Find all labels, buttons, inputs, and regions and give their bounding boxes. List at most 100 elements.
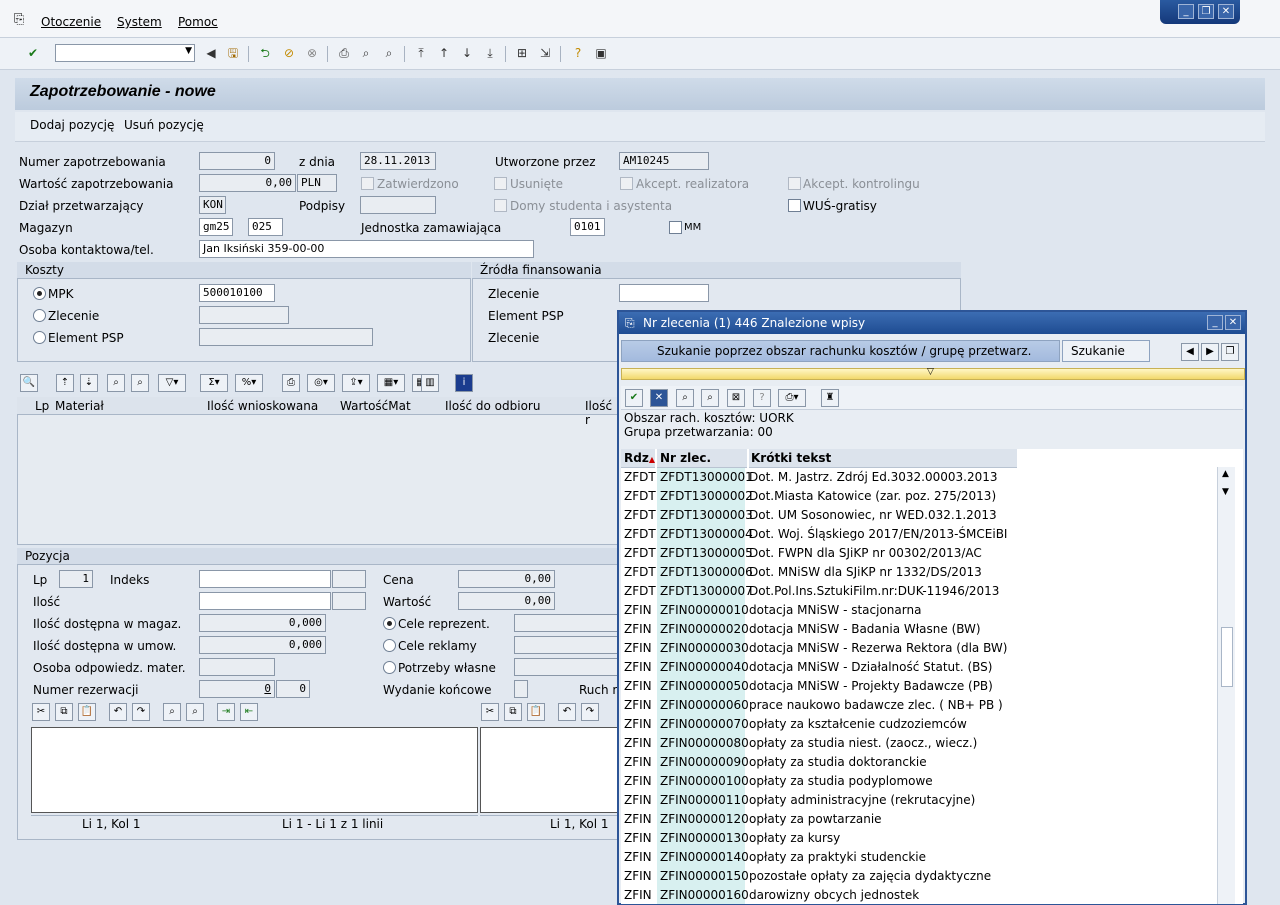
arrow-left-icon[interactable]: ◀ (202, 44, 220, 62)
akcept-kontrolingu-checkbox[interactable] (788, 177, 801, 190)
potrzeby-radio[interactable] (383, 661, 396, 674)
lp-field[interactable]: 1 (59, 570, 93, 588)
restrict-icon[interactable]: ⊠ (727, 389, 745, 407)
help-icon[interactable]: ? (569, 44, 587, 62)
editor-replace-icon[interactable]: ⌕ (186, 703, 204, 721)
result-row[interactable]: ZFIN ZFIN00000150 pozostałe opłaty za zaję… (621, 867, 1221, 886)
koszty-element-field[interactable] (199, 328, 373, 346)
col-ilosc-r[interactable]: Ilość r (585, 399, 620, 427)
layout-change-icon[interactable]: ▦▾ (377, 374, 405, 392)
result-row[interactable]: ZFDT ZFDT13000007 Dot.Pol.Ins.SztukiFilm.n… (621, 582, 1221, 601)
rezerwacja-field-2[interactable]: 0 (276, 680, 310, 698)
result-row[interactable]: ZFIN ZFIN00000110 opłaty administracyjne (… (621, 791, 1221, 810)
dialog-close-icon[interactable]: ✕ (1225, 315, 1241, 330)
cut-icon[interactable]: ✂ (32, 703, 50, 721)
personal-list-icon[interactable]: ♜ (821, 389, 839, 407)
cele-rek-radio[interactable] (383, 639, 396, 652)
find-next-icon[interactable]: ⌕ (380, 44, 398, 62)
restore-icon[interactable]: ❐ (1198, 4, 1214, 19)
mpk-field[interactable]: 500010100 (199, 284, 275, 302)
col-wartosc-mat[interactable]: WartośćMat (340, 399, 411, 413)
copy-icon-2[interactable]: ⧉ (504, 703, 522, 721)
close-icon[interactable]: ✕ (1218, 4, 1234, 19)
redo-icon[interactable]: ↷ (132, 703, 150, 721)
rezerwacja-field[interactable]: 0 (199, 680, 275, 698)
osoba-field[interactable]: Jan Iksiński 359-00-00 (199, 240, 534, 258)
tab-search-other[interactable]: Szukanie po... (1062, 340, 1150, 378)
minimize-icon[interactable]: _ (1178, 4, 1194, 19)
numer-field[interactable]: 0 (199, 152, 275, 170)
result-row[interactable]: ZFIN ZFIN00000010 dotacja MNiSW - stacjona… (621, 601, 1221, 620)
result-row[interactable]: ZFIN ZFIN00000040 dotacja MNiSW - Działaln… (621, 658, 1221, 677)
print-icon[interactable]: ⎙ (335, 44, 353, 62)
copy-icon[interactable]: ⧉ (55, 703, 73, 721)
export-text-icon[interactable]: ⇤ (240, 703, 258, 721)
magazyn-field-2[interactable]: 025 (248, 218, 283, 236)
ilosc-field[interactable] (199, 592, 331, 610)
result-row[interactable]: ZFIN ZFIN00000080 opłaty za studia niest. … (621, 734, 1221, 753)
result-row[interactable]: ZFIN ZFIN00000070 opłaty za kształcenie cu… (621, 715, 1221, 734)
sum-icon[interactable]: Σ▾ (200, 374, 228, 392)
menu-pomoc[interactable]: Pomoc (178, 15, 218, 29)
add-position-button[interactable]: Dodaj pozycję (30, 118, 114, 132)
dialog-find-next-icon[interactable]: ⌕ (701, 389, 719, 407)
command-field[interactable]: ▼ (55, 44, 195, 62)
grid-find-next-icon[interactable]: ⌕ (131, 374, 149, 392)
paste-icon[interactable]: 📋 (78, 703, 96, 721)
result-row[interactable]: ZFIN ZFIN00000050 dotacja MNiSW - Projekty… (621, 677, 1221, 696)
tab-list-icon[interactable]: ❐ (1221, 343, 1239, 361)
chevron-down-icon[interactable]: ▼ (185, 46, 192, 56)
result-row[interactable]: ZFIN ZFIN00000160 darowizny obcych jednost… (621, 886, 1221, 904)
undo-icon-2[interactable]: ↶ (558, 703, 576, 721)
result-row[interactable]: ZFIN ZFIN00000120 opłaty za powtarzanie (621, 810, 1221, 829)
col-material[interactable]: Materiał (55, 399, 104, 413)
utworzone-field[interactable]: AM10245 (619, 152, 709, 170)
subtotal-icon[interactable]: %▾ (235, 374, 263, 392)
selection-collapse-bar[interactable]: ▽ (621, 367, 1245, 380)
result-row[interactable]: ZFDT ZFDT13000002 Dot.Miasta Katowice (zar… (621, 487, 1221, 506)
mpk-radio[interactable] (33, 287, 46, 300)
result-row[interactable]: ZFIN ZFIN00000030 dotacja MNiSW - Rezerwa … (621, 639, 1221, 658)
result-row[interactable]: ZFIN ZFIN00000100 opłaty za studia podyplo… (621, 772, 1221, 791)
result-row[interactable]: ZFDT ZFDT13000004 Dot. Woj. Śląskiego 2017… (621, 525, 1221, 544)
layout-icon[interactable]: ▣ (592, 44, 610, 62)
result-row[interactable]: ZFIN ZFIN00000090 opłaty za studia doktora… (621, 753, 1221, 772)
last-page-icon[interactable]: ⤓ (481, 44, 499, 62)
jednostka-field[interactable]: 0101 (570, 218, 605, 236)
result-row[interactable]: ZFIN ZFIN00000020 dotacja MNiSW - Badania … (621, 620, 1221, 639)
result-row[interactable]: ZFDT ZFDT13000003 Dot. UM Sosonowiec, nr W… (621, 506, 1221, 525)
enter-icon[interactable]: ✔ (24, 44, 42, 62)
filter-icon[interactable]: ▽▾ (158, 374, 186, 392)
zdnia-field[interactable]: 28.11.2013 (360, 152, 436, 170)
result-row[interactable]: ZFDT ZFDT13000001 Dot. M. Jastrz. Zdrój Ed… (621, 468, 1221, 487)
cele-rep-field[interactable] (514, 614, 618, 632)
cut-icon-2[interactable]: ✂ (481, 703, 499, 721)
first-page-icon[interactable]: ⤒ (412, 44, 430, 62)
save-icon[interactable]: 🖫 (224, 44, 242, 62)
info-icon[interactable]: i (455, 374, 473, 392)
export-icon[interactable]: ⇪▾ (342, 374, 370, 392)
cena-field[interactable]: 0,00 (458, 570, 555, 588)
paste-icon-2[interactable]: 📋 (527, 703, 545, 721)
text-editor-left[interactable] (31, 727, 478, 813)
ilosc-unit-field[interactable] (332, 592, 366, 610)
zlecenie-radio[interactable] (33, 309, 46, 322)
indeks-field[interactable] (199, 570, 331, 588)
back-icon[interactable]: ⮌ (256, 44, 274, 62)
remove-position-button[interactable]: Usuń pozycję (124, 118, 204, 132)
cancel-icon[interactable]: ⊗ (303, 44, 321, 62)
dost-magaz-field[interactable]: 0,000 (199, 614, 326, 632)
menu-icon[interactable]: ⎘ (14, 12, 24, 27)
akcept-realizatora-checkbox[interactable] (620, 177, 633, 190)
col-nr-zlec[interactable]: Nr zlec. (657, 449, 747, 468)
confirm-icon[interactable]: ✔ (625, 389, 643, 407)
cele-rep-radio[interactable] (383, 617, 396, 630)
wartosc-poz-field[interactable]: 0,00 (458, 592, 555, 610)
shortcut-icon[interactable]: ⇲ (536, 44, 554, 62)
col-ilosc-wnioskowana[interactable]: Ilość wnioskowana (207, 399, 318, 413)
tab-next-icon[interactable]: ▶ (1201, 343, 1219, 361)
potrzeby-field[interactable] (514, 658, 618, 676)
result-row[interactable]: ZFIN ZFIN00000130 opłaty za kursy (621, 829, 1221, 848)
tab-prev-icon[interactable]: ◀ (1181, 343, 1199, 361)
details-icon[interactable]: 🔍 (20, 374, 38, 392)
